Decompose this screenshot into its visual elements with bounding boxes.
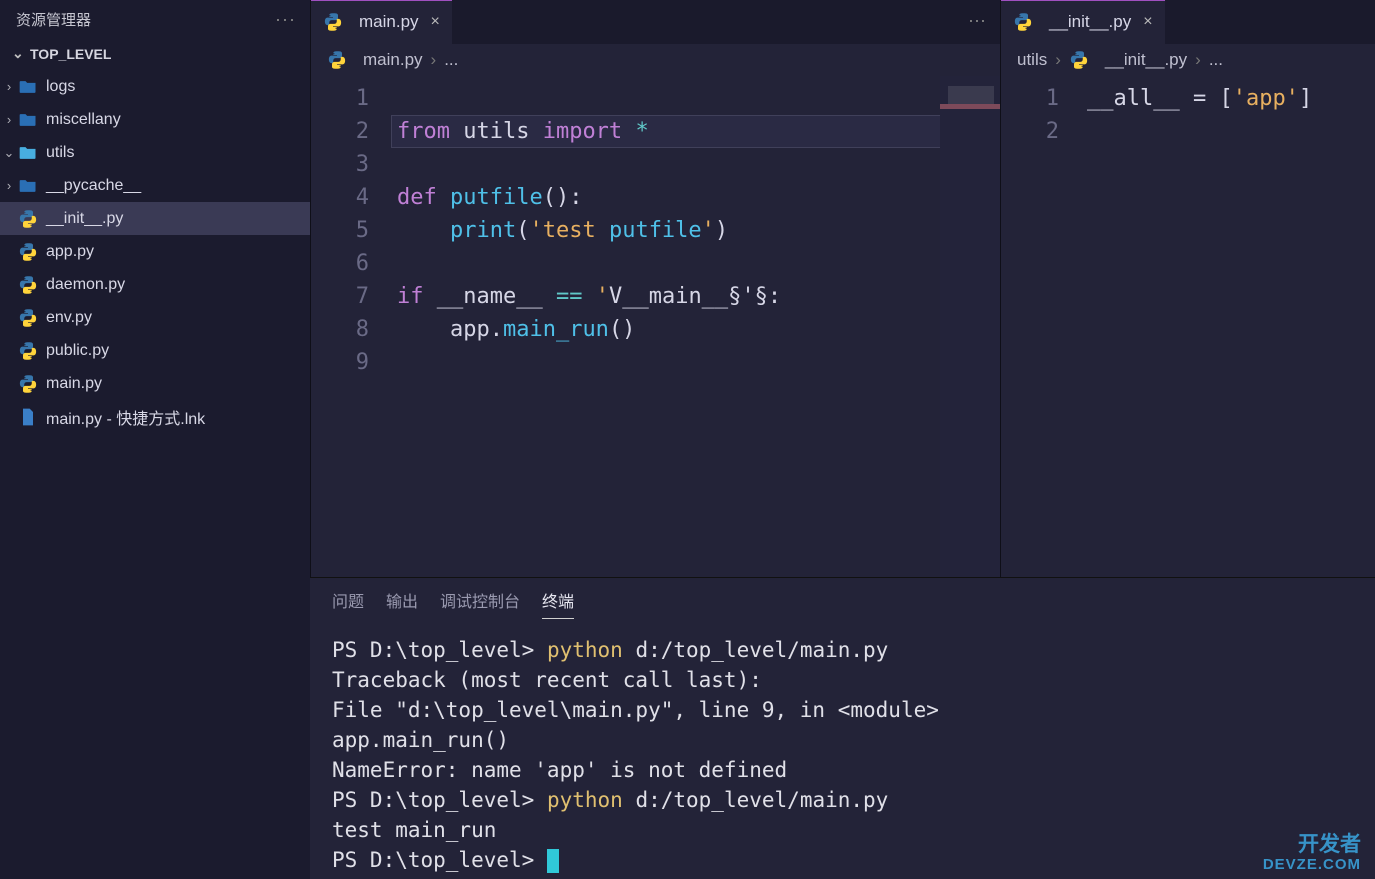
tree-item[interactable]: app.py bbox=[0, 235, 310, 268]
editor-groups: main.py × ··· main.py › ... 123456789 fr… bbox=[310, 0, 1375, 577]
terminal-line: test main_run bbox=[332, 815, 1353, 845]
bottom-panel: 问题输出调试控制台终端 PS D:\top_level> python d:/t… bbox=[310, 577, 1375, 879]
py-icon bbox=[18, 275, 38, 295]
crumb-more: ... bbox=[1209, 50, 1223, 70]
py-icon bbox=[18, 341, 38, 361]
py-icon bbox=[18, 308, 38, 328]
terminal[interactable]: PS D:\top_level> python d:/top_level/mai… bbox=[310, 625, 1375, 879]
chevron-right-icon: › bbox=[431, 50, 437, 70]
folder-icon bbox=[18, 110, 38, 130]
code-area[interactable]: from utils import *def putfile(): print(… bbox=[391, 76, 1000, 577]
tab-label: main.py bbox=[359, 12, 419, 32]
editor-group-1: main.py × ··· main.py › ... 123456789 fr… bbox=[310, 0, 1000, 577]
terminal-line: PS D:\top_level> python d:/top_level/mai… bbox=[332, 785, 1353, 815]
tree-item-label: daemon.py bbox=[46, 276, 125, 294]
close-icon[interactable]: × bbox=[431, 13, 440, 31]
tree-item-label: miscellany bbox=[46, 111, 121, 129]
tree-item[interactable]: › miscellany bbox=[0, 103, 310, 136]
crumb-more: ... bbox=[444, 50, 458, 70]
chevron-down-icon: ⌄ bbox=[12, 45, 24, 62]
chevron-right-icon: › bbox=[1195, 50, 1201, 70]
chevron-icon: › bbox=[0, 178, 18, 193]
panel-tabs: 问题输出调试控制台终端 bbox=[310, 578, 1375, 625]
tab-bar: __init__.py × bbox=[1001, 0, 1375, 44]
panel-tab[interactable]: 调试控制台 bbox=[440, 588, 520, 619]
breadcrumb[interactable]: main.py › ... bbox=[311, 44, 1000, 76]
crumb-file: __init__.py bbox=[1105, 50, 1187, 70]
python-icon bbox=[323, 12, 343, 32]
terminal-line: File "d:\top_level\main.py", line 9, in … bbox=[332, 695, 1353, 725]
tree-item[interactable]: env.py bbox=[0, 301, 310, 334]
folder-icon bbox=[18, 77, 38, 97]
python-icon bbox=[1013, 12, 1033, 32]
editor-group-2: __init__.py × utils › __init__.py › ... … bbox=[1000, 0, 1375, 577]
tree-item[interactable]: daemon.py bbox=[0, 268, 310, 301]
file-tree: › logs › miscellany ⌄ utils › __pycache__ __init… bbox=[0, 68, 310, 433]
py-icon bbox=[18, 209, 38, 229]
py-icon bbox=[18, 374, 38, 394]
terminal-line: Traceback (most recent call last): bbox=[332, 665, 1353, 695]
file-icon bbox=[18, 407, 38, 427]
gutter: 123456789 bbox=[311, 76, 391, 577]
chevron-right-icon: › bbox=[1055, 50, 1061, 70]
code-editor-main[interactable]: 123456789 from utils import *def putfile… bbox=[311, 76, 1000, 577]
tree-item-label: app.py bbox=[46, 243, 94, 261]
crumb-file: main.py bbox=[363, 50, 423, 70]
tree-item-label: main.py bbox=[46, 375, 102, 393]
panel-tab[interactable]: 终端 bbox=[542, 588, 574, 619]
python-icon bbox=[327, 50, 347, 70]
tree-item[interactable]: public.py bbox=[0, 334, 310, 367]
terminal-cursor bbox=[547, 849, 559, 873]
folder-o-icon bbox=[18, 143, 38, 163]
tree-item[interactable]: main.py bbox=[0, 367, 310, 400]
breadcrumb[interactable]: utils › __init__.py › ... bbox=[1001, 44, 1375, 76]
python-icon bbox=[1069, 50, 1089, 70]
chevron-icon: › bbox=[0, 112, 18, 127]
panel-tab[interactable]: 问题 bbox=[332, 588, 364, 619]
panel-tab[interactable]: 输出 bbox=[386, 588, 418, 619]
tree-item[interactable]: main.py - 快捷方式.lnk bbox=[0, 400, 310, 433]
terminal-line: app.main_run() bbox=[332, 725, 1353, 755]
tree-item-label: public.py bbox=[46, 342, 109, 360]
sidebar-header: 资源管理器 ··· bbox=[0, 0, 310, 39]
folder-icon bbox=[18, 176, 38, 196]
code-editor-init[interactable]: 12 __all__ = ['app'] bbox=[1001, 76, 1375, 577]
chevron-icon: ⌄ bbox=[0, 145, 18, 161]
tree-item-label: __init__.py bbox=[46, 210, 123, 228]
code-area[interactable]: __all__ = ['app'] bbox=[1081, 76, 1375, 577]
tab-main-py[interactable]: main.py × bbox=[311, 0, 452, 44]
minimap[interactable] bbox=[940, 76, 1000, 577]
sidebar-more-icon[interactable]: ··· bbox=[275, 9, 296, 30]
tree-item[interactable]: › __pycache__ bbox=[0, 169, 310, 202]
terminal-line: PS D:\top_level> python d:/top_level/mai… bbox=[332, 635, 1353, 665]
tree-item-label: utils bbox=[46, 144, 74, 162]
close-icon[interactable]: × bbox=[1143, 13, 1152, 31]
tree-item[interactable]: › logs bbox=[0, 70, 310, 103]
sidebar-title: 资源管理器 bbox=[16, 9, 91, 30]
tree-item-label: __pycache__ bbox=[46, 177, 141, 195]
editor-more-icon[interactable]: ··· bbox=[954, 0, 1000, 44]
crumb-folder: utils bbox=[1017, 50, 1047, 70]
tree-item[interactable]: __init__.py bbox=[0, 202, 310, 235]
tab-init-py[interactable]: __init__.py × bbox=[1001, 0, 1165, 44]
main-column: main.py × ··· main.py › ... 123456789 fr… bbox=[310, 0, 1375, 879]
terminal-line: PS D:\top_level> bbox=[332, 845, 1353, 875]
tree-item-label: env.py bbox=[46, 309, 92, 327]
tree-item-label: main.py - 快捷方式.lnk bbox=[46, 405, 205, 429]
terminal-line: NameError: name 'app' is not defined bbox=[332, 755, 1353, 785]
explorer-sidebar: 资源管理器 ··· ⌄ TOP_LEVEL › logs › miscellany ⌄ u… bbox=[0, 0, 310, 879]
tree-item-label: logs bbox=[46, 78, 75, 96]
chevron-icon: › bbox=[0, 79, 18, 94]
tree-item[interactable]: ⌄ utils bbox=[0, 136, 310, 169]
tab-bar: main.py × ··· bbox=[311, 0, 1000, 44]
root-label: TOP_LEVEL bbox=[30, 46, 111, 62]
py-icon bbox=[18, 242, 38, 262]
tab-label: __init__.py bbox=[1049, 12, 1131, 32]
gutter: 12 bbox=[1001, 76, 1081, 577]
sidebar-root[interactable]: ⌄ TOP_LEVEL bbox=[0, 39, 310, 68]
